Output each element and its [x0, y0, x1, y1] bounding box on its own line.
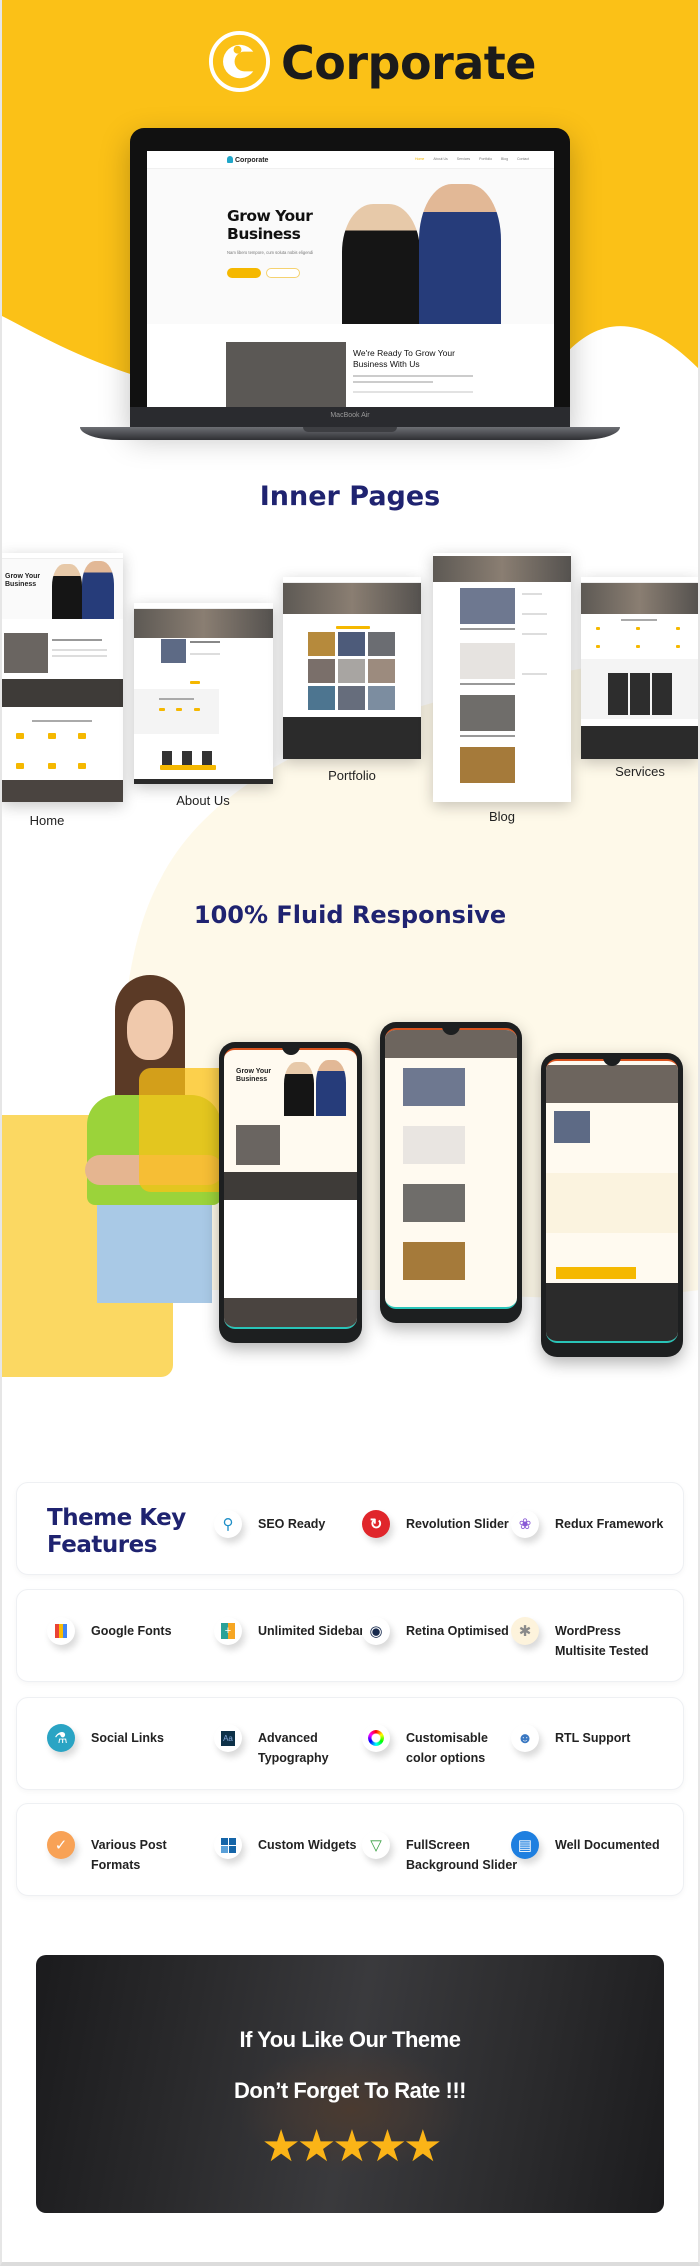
star-icon[interactable]: ★: [297, 2122, 337, 2171]
feature-label: Social Links: [91, 1731, 164, 1745]
feature-item: ▽ FullScreen Background Slider: [362, 1831, 521, 1875]
feature-label: SEO Ready: [258, 1517, 326, 1531]
feature-item: + Unlimited Sidebars: [214, 1617, 373, 1645]
about-title: We're Ready To Grow Your Business With U…: [353, 348, 455, 369]
site-logo[interactable]: Corporate: [227, 156, 268, 164]
laptop-screen: Corporate Home About Us Services Portfol…: [147, 151, 554, 407]
rate-line-1: If You Like Our Theme: [239, 2027, 461, 2052]
document-icon: ▤: [511, 1831, 539, 1859]
laptop-notch: [303, 427, 397, 432]
hero-subtitle: Nam libero tempore, cum soluta nobis eli…: [227, 250, 314, 255]
feature-item: ▤ Well Documented: [511, 1831, 670, 1859]
text-line: [353, 381, 433, 383]
feature-item: ⚗ Social Links: [47, 1724, 206, 1752]
phone-mockup-about: [541, 1053, 683, 1357]
star-icon[interactable]: ★: [261, 2122, 301, 2171]
nav-item[interactable]: Home: [415, 157, 424, 161]
text-line: [353, 375, 473, 377]
features-title: Theme Key Features: [47, 1505, 186, 1558]
page-preview-portfolio[interactable]: [283, 577, 421, 759]
corporate-logo-icon: [208, 30, 271, 93]
about-photo: [226, 342, 346, 407]
nav-item[interactable]: About Us: [433, 157, 447, 161]
feature-label: RTL Support: [555, 1731, 631, 1745]
feature-label: Advanced Typography: [258, 1731, 329, 1765]
rate-banner: If You Like Our Theme Don’t Forget To Ra…: [36, 1955, 664, 2213]
support-agent-icon: ☻: [511, 1724, 539, 1752]
feature-item: Google Fonts: [47, 1617, 206, 1645]
feature-item: ❀ Redux Framework: [511, 1510, 670, 1538]
nav-item[interactable]: Blog: [501, 157, 508, 161]
feature-label: FullScreen Background Slider: [406, 1838, 518, 1872]
rating-stars[interactable]: ★★★★★: [36, 2125, 664, 2169]
text-line: [353, 391, 473, 393]
revolution-slider-icon: ↻: [362, 1510, 390, 1538]
slider-icon: ▽: [362, 1831, 390, 1859]
eye-icon: ◉: [362, 1617, 390, 1645]
feature-item: ⚲ SEO Ready: [214, 1510, 373, 1538]
feature-item: Custom Widgets: [214, 1831, 373, 1859]
feature-item: ✱ WordPress Multisite Tested: [511, 1617, 670, 1661]
page-label-blog: Blog: [488, 809, 516, 824]
hero-secondary-button[interactable]: [266, 268, 300, 278]
page-preview-services[interactable]: [581, 577, 698, 759]
feature-label: Various Post Formats: [91, 1838, 167, 1872]
woman-photo: [342, 204, 420, 324]
network-icon: ✱: [511, 1617, 539, 1645]
feature-label: Revolution Slider: [406, 1517, 509, 1531]
color-wheel-icon: [362, 1724, 390, 1752]
page-preview-blog[interactable]: [433, 553, 571, 802]
redux-icon: ❀: [511, 1510, 539, 1538]
site-nav: Corporate Home About Us Services Portfol…: [147, 151, 554, 169]
nav-item[interactable]: Contact: [517, 157, 529, 161]
phone-mockup-home: Grow Your Business: [219, 1042, 362, 1343]
feature-label: Unlimited Sidebars: [258, 1624, 372, 1638]
responsive-title: 100% Fluid Responsive: [193, 901, 507, 929]
feature-label: Well Documented: [555, 1838, 660, 1852]
feature-label: Custom Widgets: [258, 1838, 357, 1852]
star-icon[interactable]: ★: [332, 2122, 372, 2171]
page-label-about: About Us: [176, 793, 230, 808]
typography-icon: Aa: [214, 1724, 242, 1752]
phone-mockup-blog: [380, 1022, 522, 1323]
feature-label: WordPress Multisite Tested: [555, 1624, 649, 1658]
feature-item: ↻ Revolution Slider: [362, 1510, 521, 1538]
feature-item: ◉ Retina Optimised: [362, 1617, 521, 1645]
feature-label: Customisable color options: [406, 1731, 488, 1765]
rate-line-2: Don’t Forget To Rate !!!: [234, 2078, 467, 2103]
feature-label: Retina Optimised: [406, 1624, 509, 1638]
page-preview-about[interactable]: [134, 603, 273, 784]
feature-item: ✓ Various Post Formats: [47, 1831, 206, 1875]
google-fonts-icon: [47, 1617, 75, 1645]
man-photo: [419, 184, 501, 324]
sidebars-icon: +: [214, 1617, 242, 1645]
brand-name: Corporate: [281, 36, 537, 90]
nav-item[interactable]: Portfolio: [479, 157, 492, 161]
widgets-icon: [214, 1831, 242, 1859]
page-label-portfolio: Portfolio: [328, 768, 376, 783]
page-label-home: Home: [29, 813, 65, 828]
star-icon[interactable]: ★: [403, 2122, 443, 2171]
feature-label: Google Fonts: [91, 1624, 172, 1638]
feature-item: Customisable color options: [362, 1724, 521, 1768]
laptop-model-label: MacBook Air: [330, 412, 370, 419]
social-icon: ⚗: [47, 1724, 75, 1752]
hero-primary-button[interactable]: [227, 268, 261, 278]
post-format-icon: ✓: [47, 1831, 75, 1859]
feature-item: Aa Advanced Typography: [214, 1724, 373, 1768]
inner-pages-title: Inner Pages: [259, 481, 441, 512]
feature-item: ☻ RTL Support: [511, 1724, 670, 1752]
feature-label: Redux Framework: [555, 1517, 664, 1531]
page-label-services: Services: [615, 764, 665, 779]
nav-item[interactable]: Services: [457, 157, 470, 161]
page-preview-home[interactable]: Grow Your Business: [2, 553, 123, 802]
hero-title: Grow Your Business: [227, 207, 313, 243]
hero-section: Grow Your Business Nam libero tempore, c…: [147, 169, 554, 324]
star-icon[interactable]: ★: [368, 2122, 408, 2171]
seo-magnifier-icon: ⚲: [214, 1510, 242, 1538]
